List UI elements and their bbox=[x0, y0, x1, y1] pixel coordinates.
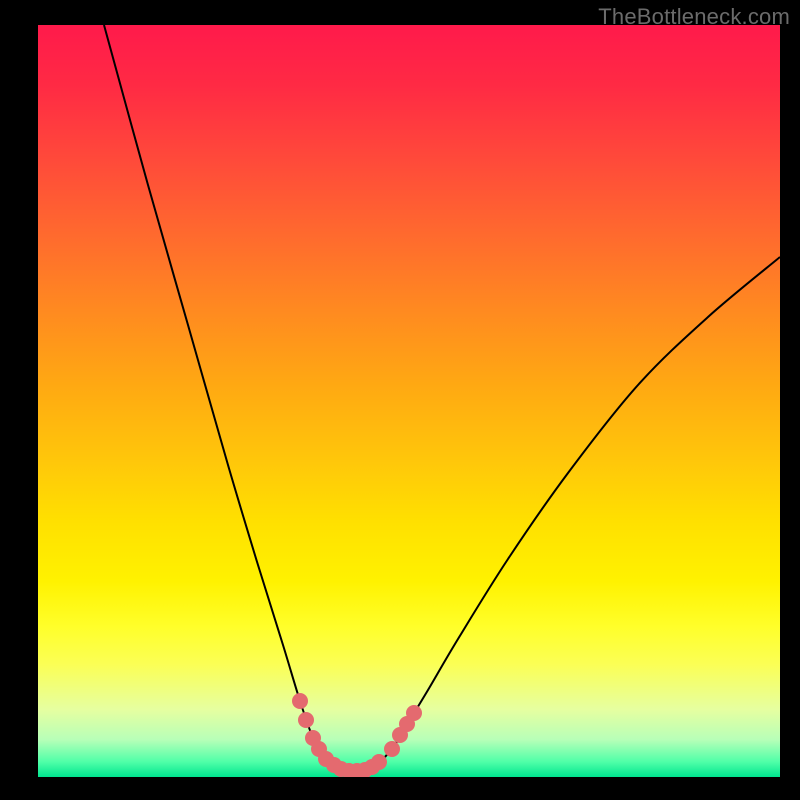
bottleneck-curve bbox=[104, 25, 780, 772]
marker-dot bbox=[364, 759, 380, 775]
marker-dot bbox=[384, 741, 400, 757]
marker-dot bbox=[318, 751, 334, 767]
marker-dot bbox=[371, 754, 387, 770]
chart-frame: TheBottleneck.com bbox=[0, 0, 800, 800]
marker-dot bbox=[399, 716, 415, 732]
marker-dot bbox=[341, 763, 357, 777]
plot-area bbox=[38, 25, 780, 777]
marker-dot bbox=[357, 762, 373, 777]
marker-dot bbox=[326, 757, 342, 773]
marker-dot bbox=[311, 741, 327, 757]
marker-dot bbox=[292, 693, 308, 709]
marker-dot bbox=[392, 727, 408, 743]
marker-dot bbox=[298, 712, 314, 728]
watermark-text: TheBottleneck.com bbox=[598, 4, 790, 30]
marker-dot bbox=[406, 705, 422, 721]
marker-dot bbox=[349, 763, 365, 777]
marker-dot bbox=[333, 761, 349, 777]
curve-layer bbox=[38, 25, 780, 777]
marker-dot bbox=[305, 730, 321, 746]
curve-markers bbox=[292, 693, 422, 777]
